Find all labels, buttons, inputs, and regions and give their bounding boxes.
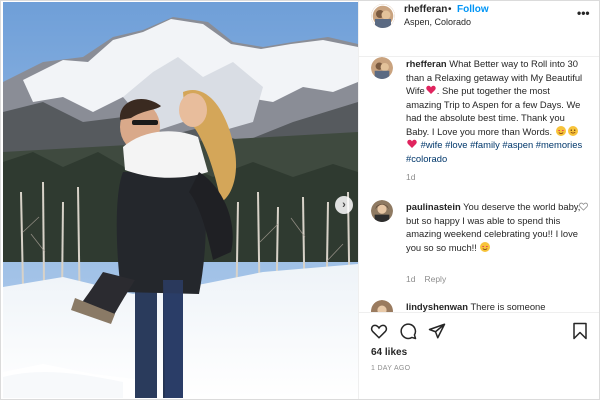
caption-text: rhefferan What Better way to Roll into 3… [406, 57, 584, 165]
post-photo[interactable]: › [3, 2, 358, 398]
red-heart-emoji-icon [426, 85, 436, 94]
likes-count[interactable]: 64 likes [371, 347, 407, 358]
avatar[interactable] [371, 57, 393, 79]
bookmark-icon[interactable] [571, 322, 589, 340]
caption-username[interactable]: rhefferan [406, 58, 447, 69]
comment-time[interactable]: 1d [406, 274, 415, 284]
red-heart-emoji-icon [407, 139, 417, 148]
caption-hashtags[interactable]: #wife #love #family #aspen #memories #co… [406, 139, 582, 164]
avatar[interactable] [371, 4, 395, 28]
like-comment-heart-icon[interactable] [579, 202, 588, 211]
post-header: rhefferan • Follow Aspen, Colorado ••• [359, 1, 599, 57]
separator-dot: • [448, 4, 452, 15]
heart-eyes-emoji-icon [480, 241, 491, 252]
chevron-right-icon: › [342, 199, 346, 211]
post-image [3, 2, 358, 398]
more-options-icon[interactable]: ••• [577, 6, 590, 20]
comment-icon[interactable] [399, 322, 417, 340]
comment-body: There is someone [470, 301, 546, 312]
avatar[interactable] [371, 300, 393, 312]
caption-time[interactable]: 1d [406, 172, 415, 182]
post-side-panel: rhefferan • Follow Aspen, Colorado ••• r… [358, 1, 599, 399]
comment-text: paulinastein You deserve the world baby,… [406, 200, 584, 254]
post-timestamp[interactable]: 1 DAY AGO [371, 365, 410, 372]
post-author-username[interactable]: rhefferan [404, 4, 447, 15]
avatar[interactable] [371, 200, 393, 222]
comment-username[interactable]: lindyshenwan [406, 301, 468, 312]
post-actions: 64 likes 1 DAY AGO [359, 312, 599, 399]
share-icon[interactable] [428, 322, 446, 340]
comment-text: lindyshenwan There is someone [406, 300, 584, 312]
heart-eyes-emoji-icon [555, 125, 566, 136]
comments-list[interactable]: rhefferan What Better way to Roll into 3… [359, 57, 599, 312]
follow-button[interactable]: Follow [457, 4, 489, 15]
caption-meta: 1d [406, 172, 415, 182]
post-location[interactable]: Aspen, Colorado [404, 17, 471, 27]
comment-username[interactable]: paulinastein [406, 201, 461, 212]
comment-meta: 1d Reply [406, 274, 446, 284]
carousel-next-button[interactable]: › [335, 196, 353, 214]
reply-button[interactable]: Reply [424, 274, 446, 284]
heart-icon[interactable] [370, 322, 388, 340]
smiling-hearts-emoji-icon [567, 125, 578, 136]
